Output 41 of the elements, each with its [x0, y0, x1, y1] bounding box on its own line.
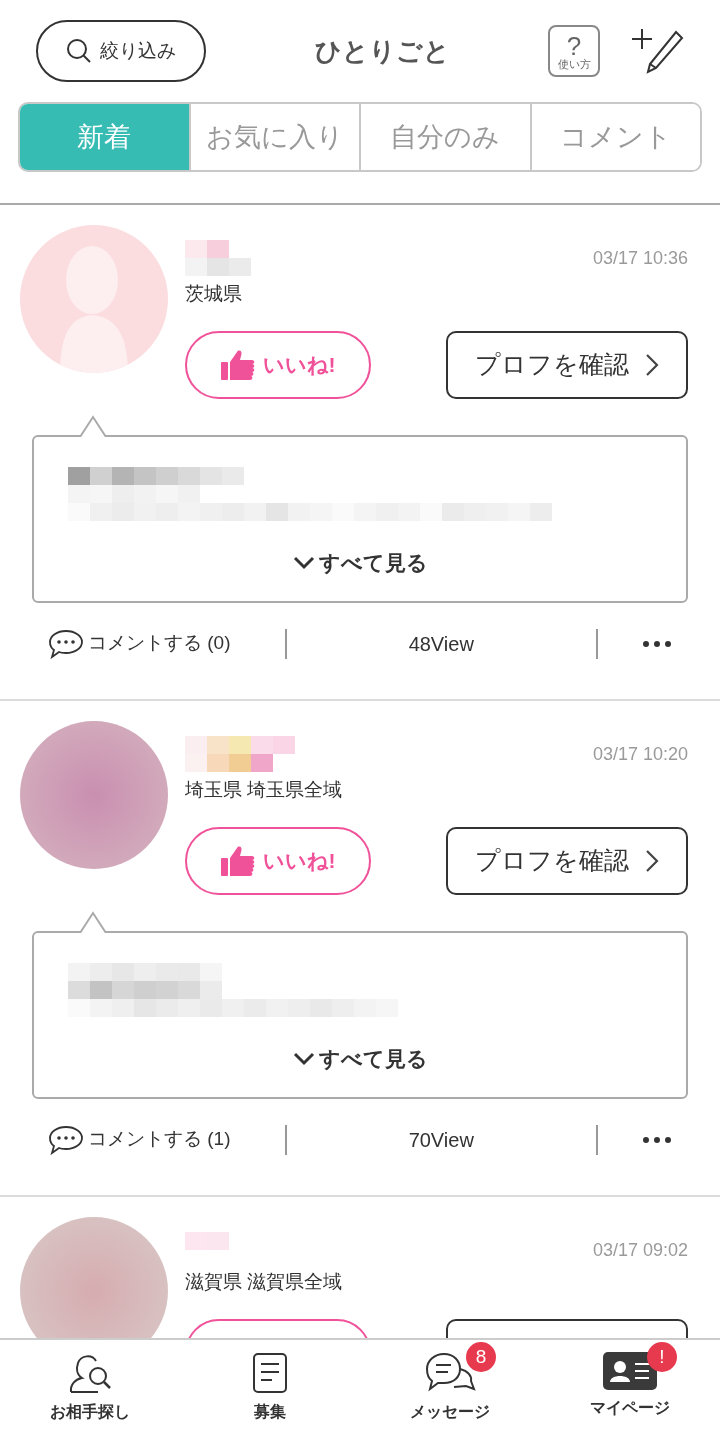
- nav-tab[interactable]: ! マイページ: [540, 1340, 720, 1441]
- profile-button[interactable]: プロフを確認: [446, 330, 688, 399]
- view-count: 70View: [407, 1127, 475, 1153]
- search-icon: [66, 38, 92, 64]
- notification-badge: !: [647, 1342, 677, 1372]
- thumbs-up-icon: [220, 844, 255, 877]
- chevron-right-icon: [645, 848, 659, 873]
- more-icon[interactable]: [642, 639, 672, 648]
- view-count: 48View: [407, 631, 475, 657]
- location-text: 茨城県: [185, 282, 243, 306]
- speech-bubble-icon: [48, 628, 84, 659]
- notification-badge: 8: [466, 1342, 496, 1372]
- profile-card-icon: [603, 1352, 657, 1390]
- document-icon: [252, 1352, 288, 1394]
- see-all-link[interactable]: すべて見る: [292, 547, 428, 579]
- post-time: 03/17 10:36: [592, 247, 688, 270]
- thumbs-up-icon: [220, 348, 255, 381]
- location-text: 埼玉県 埼玉県全域: [185, 778, 344, 802]
- new-post-icon[interactable]: [630, 28, 684, 74]
- comment-link[interactable]: コメントする (0): [48, 628, 231, 659]
- nav-tab[interactable]: 募集: [180, 1340, 360, 1441]
- see-all-link[interactable]: すべて見る: [292, 1043, 428, 1075]
- chevron-down-icon: [292, 555, 315, 570]
- filter-button[interactable]: 絞り込み: [36, 20, 206, 82]
- chat-bubbles-icon: [424, 1352, 476, 1394]
- chevron-down-icon: [292, 1051, 315, 1066]
- chevron-right-icon: [645, 352, 659, 377]
- speech-bubble-icon: [48, 1124, 84, 1155]
- mosaic-blur: [185, 1232, 229, 1250]
- nav-tab[interactable]: お相手探し: [0, 1340, 180, 1441]
- more-icon[interactable]: [642, 1135, 672, 1144]
- person-search-icon: [68, 1352, 112, 1394]
- location-text: 滋賀県 滋賀県全域: [185, 1270, 344, 1294]
- nav-tab[interactable]: 8 メッセージ: [360, 1340, 540, 1441]
- post-time: 03/17 09:02: [592, 1239, 688, 1262]
- mosaic-blur: [185, 240, 251, 276]
- post-time: 03/17 10:20: [592, 743, 688, 766]
- help-button[interactable]: ? 使い方: [548, 25, 600, 77]
- comment-link[interactable]: コメントする (1): [48, 1124, 231, 1155]
- profile-button[interactable]: プロフを確認: [446, 826, 688, 895]
- page-title: ひとりごと: [313, 34, 451, 68]
